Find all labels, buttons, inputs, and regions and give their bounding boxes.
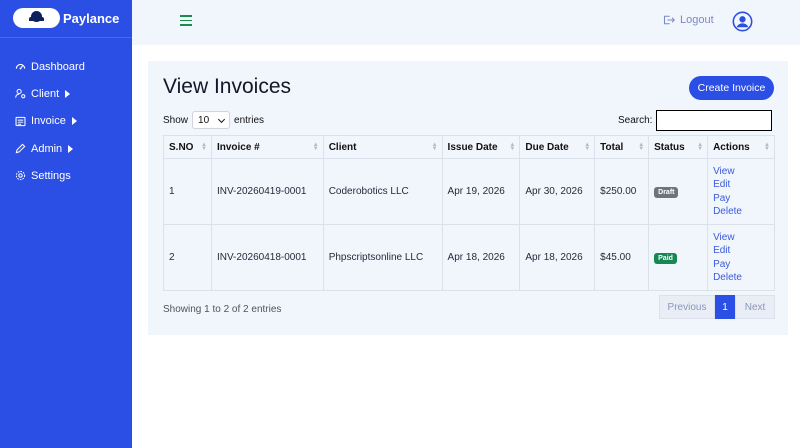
cell-issue-date: Apr 18, 2026 <box>441 224 521 291</box>
sort-icon: ▲ ▼ <box>431 142 438 152</box>
sidebar-item-label: Client <box>31 87 60 100</box>
cell-invoice: INV-20260418-0001 <box>210 224 324 291</box>
sort-icon: ▲ ▼ <box>764 142 770 152</box>
column-header-sno[interactable]: S.NO ▲ ▼ <box>163 135 212 159</box>
brand[interactable]: Paylance <box>13 8 119 28</box>
sort-icon: ▲ ▼ <box>509 142 516 152</box>
pagination: Previous 1 Next <box>659 295 775 319</box>
cell-sno: 1 <box>163 158 212 225</box>
logout-icon <box>663 15 675 25</box>
sidebar-item-label: Invoice <box>31 115 66 128</box>
cell-sno: 2 <box>163 224 212 291</box>
cell-invoice: INV-20260419-0001 <box>210 158 324 225</box>
pay-link[interactable]: Pay <box>713 192 769 206</box>
cell-client: Phpscriptsonline LLC <box>322 224 443 291</box>
entries-value: 10 <box>198 114 210 126</box>
sidebar-item-dashboard[interactable]: Dashboard <box>14 53 85 80</box>
table-header-row: S.NO ▲ ▼ Invoice # ▲ ▼ Client ▲ ▼ Issue Date ▲ ▼… <box>163 135 775 159</box>
cell-status: Paid <box>648 224 709 291</box>
sidebar-item-settings[interactable]: Settings <box>14 162 85 189</box>
cell-issue-date: Apr 19, 2026 <box>441 158 521 225</box>
create-invoice-button[interactable]: Create Invoice <box>689 76 774 100</box>
sort-icon: ▲ ▼ <box>200 142 207 152</box>
caret-right-icon <box>68 144 74 153</box>
page-title: View Invoices <box>163 75 292 98</box>
sidebar-item-label: Dashboard <box>31 60 85 73</box>
show-entries: Show 10 entries <box>163 111 264 129</box>
sidebar-item-admin[interactable]: Admin <box>14 135 85 162</box>
list-icon <box>14 115 26 127</box>
hamburger-menu-icon[interactable] <box>180 15 192 26</box>
cell-actions: View Edit Pay Delete <box>707 158 775 225</box>
status-badge: Draft <box>654 186 679 198</box>
cell-due-date: Apr 30, 2026 <box>519 158 596 225</box>
column-header-issue-date[interactable]: Issue Date ▲ ▼ <box>441 135 521 159</box>
column-header-due-date[interactable]: Due Date ▲ ▼ <box>519 135 596 159</box>
sidebar-nav: Dashboard Client Invoice Admin Settings <box>14 53 85 189</box>
topbar: Logout <box>132 0 800 45</box>
logout-link[interactable]: Logout <box>663 14 714 26</box>
column-header-total[interactable]: Total ▲ ▼ <box>594 135 650 159</box>
caret-right-icon <box>71 117 77 126</box>
sidebar-divider <box>0 37 132 38</box>
column-header-invoice[interactable]: Invoice # ▲ ▼ <box>210 135 324 159</box>
entries-label: entries <box>234 114 265 126</box>
status-badge: Paid <box>654 252 677 264</box>
sort-icon: ▲ ▼ <box>697 142 704 152</box>
view-link[interactable]: View <box>713 231 769 245</box>
cell-actions: View Edit Pay Delete <box>707 224 775 291</box>
logout-label: Logout <box>680 14 714 26</box>
gear-icon <box>14 170 26 182</box>
search-input[interactable] <box>656 110 773 131</box>
cell-total: $250.00 <box>594 158 650 225</box>
pagination-previous[interactable]: Previous <box>659 295 715 319</box>
user-gear-icon <box>14 88 26 100</box>
view-link[interactable]: View <box>713 165 769 179</box>
sidebar-item-client[interactable]: Client <box>14 80 85 107</box>
edit-link[interactable]: Edit <box>713 178 769 192</box>
user-avatar-icon[interactable] <box>732 11 753 32</box>
invoices-table: S.NO ▲ ▼ Invoice # ▲ ▼ Client ▲ ▼ Issue Date ▲ ▼… <box>163 135 775 291</box>
cell-due-date: Apr 18, 2026 <box>519 224 596 291</box>
pay-link[interactable]: Pay <box>713 258 769 272</box>
sidebar-item-label: Settings <box>31 169 71 182</box>
brand-name: Paylance <box>63 10 120 26</box>
table-info: Showing 1 to 2 of 2 entries <box>163 304 282 315</box>
table-row: 1 INV-20260419-0001 Coderobotics LLC Apr… <box>163 158 775 225</box>
column-header-client[interactable]: Client ▲ ▼ <box>322 135 443 159</box>
sort-icon: ▲ ▼ <box>638 142 645 152</box>
cell-total: $45.00 <box>594 224 650 291</box>
chevron-down-icon <box>217 115 226 124</box>
sidebar: Paylance Dashboard Client Invoice Admin … <box>0 0 132 448</box>
cell-client: Coderobotics LLC <box>322 158 443 225</box>
table-row: 2 INV-20260418-0001 Phpscriptsonline LLC… <box>163 224 775 291</box>
column-header-actions[interactable]: Actions ▲ ▼ <box>707 135 775 159</box>
sidebar-item-label: Admin <box>31 142 63 155</box>
edit-link[interactable]: Edit <box>713 244 769 258</box>
sort-icon: ▲ ▼ <box>312 142 319 152</box>
cell-status: Draft <box>648 158 709 225</box>
sidebar-item-invoice[interactable]: Invoice <box>14 108 85 135</box>
column-header-status[interactable]: Status ▲ ▼ <box>648 135 709 159</box>
pagination-page[interactable]: 1 <box>715 295 735 319</box>
gauge-icon <box>14 61 26 73</box>
delete-link[interactable]: Delete <box>713 205 769 219</box>
pagination-next[interactable]: Next <box>735 295 775 319</box>
search: Search: <box>618 110 773 131</box>
search-label: Search: <box>618 115 653 126</box>
invoices-card: View Invoices Create Invoice Show 10 ent… <box>148 61 788 335</box>
sort-icon: ▲ ▼ <box>584 142 591 152</box>
delete-link[interactable]: Delete <box>713 271 769 285</box>
entries-select[interactable]: 10 <box>192 111 231 129</box>
brand-logo-icon <box>13 8 60 28</box>
caret-right-icon <box>65 89 71 98</box>
pencil-icon <box>14 143 26 155</box>
show-label: Show <box>163 114 189 126</box>
